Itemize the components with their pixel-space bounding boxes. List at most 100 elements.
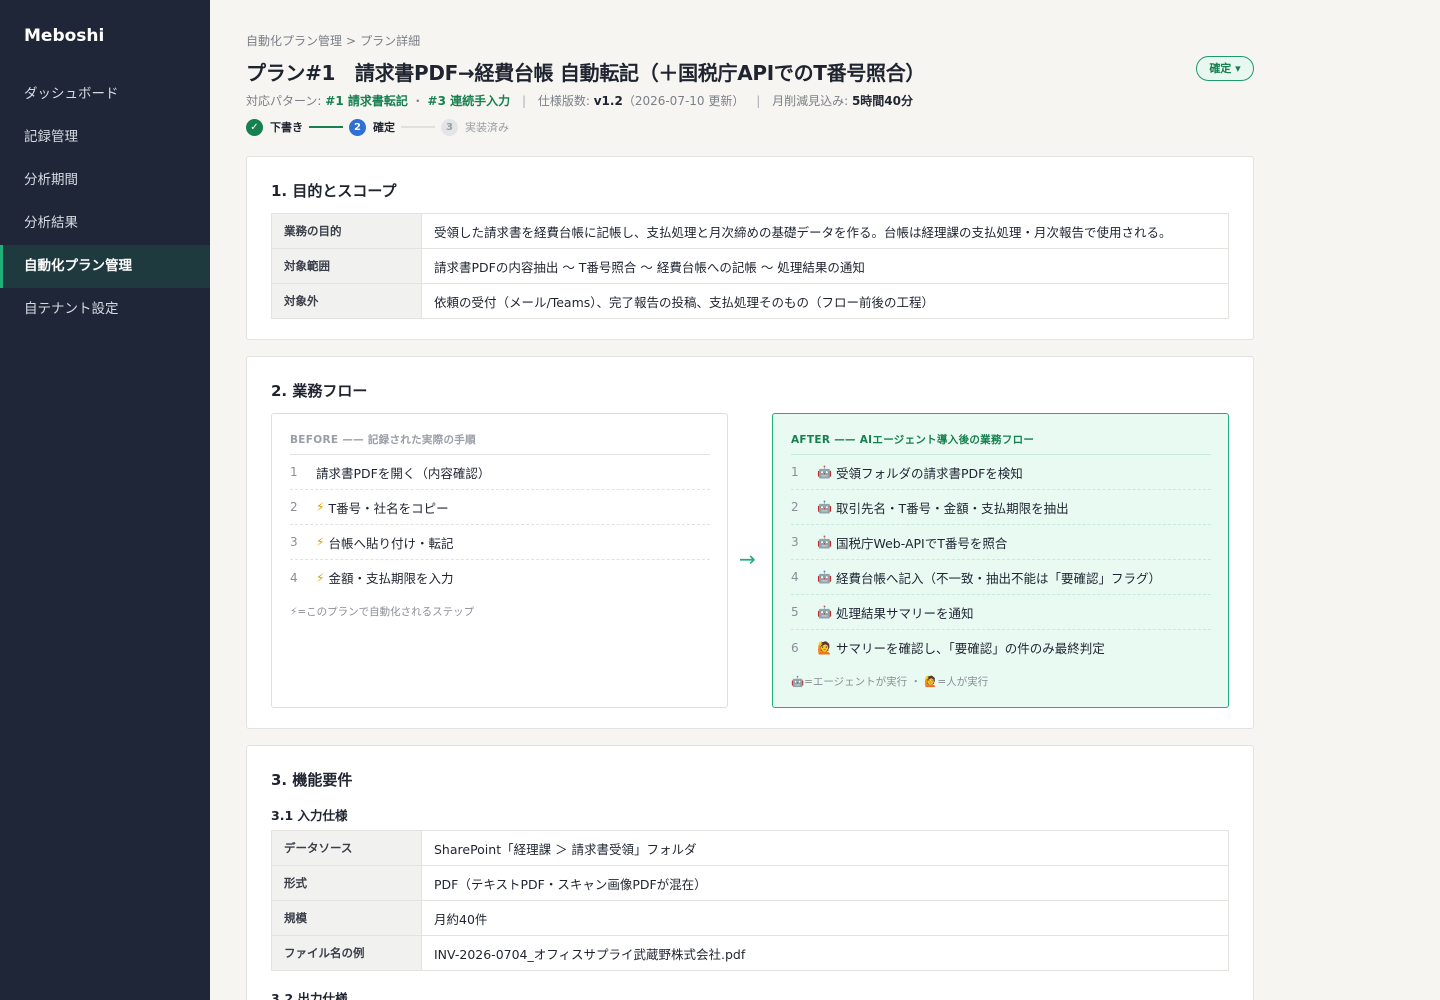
- table-row: 形式 PDF（テキストPDF・スキャン画像PDFが混在）: [271, 865, 1229, 901]
- step-draft: ✓ 下書き: [246, 118, 303, 136]
- row-key: 業務の目的: [271, 213, 422, 249]
- step-number: 5: [791, 605, 799, 619]
- breadcrumb-separator: >: [346, 34, 357, 48]
- after-legend-note: 🤖=エージェントが実行 ・ 🙋=人が実行: [791, 676, 989, 688]
- list-item: 4 🤖 経費台帳へ記入（不一致・抽出不能は「要確認」フラグ）: [791, 560, 1211, 595]
- table-row: 対象外 依頼の受付（メール/Teams）、完了報告の投稿、支払処理そのもの（フロ…: [271, 283, 1229, 319]
- breadcrumb-link-plans[interactable]: 自動化プラン管理: [246, 34, 342, 48]
- section-title: 1. 目的とスコープ: [271, 182, 397, 200]
- before-flow-heading: BEFORE —— 記録された実際の手順: [290, 432, 476, 447]
- before-flow-panel: BEFORE —— 記録された実際の手順 1 請求書PDFを開く（内容確認） 2…: [271, 413, 728, 708]
- person-raising-hand-icon: 🙋: [817, 640, 832, 655]
- step-text: 台帳へ貼り付け・転記: [328, 535, 454, 551]
- sidebar-item-dashboard[interactable]: ダッシュボード: [0, 73, 210, 116]
- table-row: 対象範囲 請求書PDFの内容抽出 〜 T番号照合 〜 経費台帳への記帳 〜 処理…: [271, 248, 1229, 284]
- row-value: 依頼の受付（メール/Teams）、完了報告の投稿、支払処理そのもの（フロー前後の…: [421, 283, 1229, 319]
- step-number: 6: [791, 640, 799, 655]
- list-item: 1 請求書PDFを開く（内容確認）: [290, 455, 710, 490]
- row-key: データソース: [271, 830, 422, 866]
- step-number: 2: [290, 500, 298, 514]
- meta-separator: |: [521, 94, 527, 108]
- list-item: 5 🤖 処理結果サマリーを通知: [791, 595, 1211, 630]
- robot-icon: 🤖: [817, 465, 832, 479]
- step-text: 経費台帳へ記入（不一致・抽出不能は「要確認」フラグ）: [835, 570, 1161, 586]
- step-number: 2: [349, 118, 366, 136]
- step-number: 3: [441, 118, 458, 136]
- row-value: 受領した請求書を経費台帳に記帳し、支払処理と月次締めの基礎データを作る。台帳は経…: [421, 213, 1229, 249]
- app-logo[interactable]: Meboshi: [24, 26, 104, 46]
- page-title: プラン#1 請求書PDF→経費台帳 自動転記（＋国税庁APIでのT番号照合）: [246, 61, 926, 85]
- step-text: 受領フォルダの請求書PDFを検知: [835, 465, 1023, 481]
- after-tag: AFTER: [791, 434, 831, 446]
- row-key: 対象外: [271, 283, 422, 319]
- table-row: 規模 月約40件: [271, 900, 1229, 936]
- robot-icon: 🤖: [817, 605, 832, 619]
- step-implemented: 3 実装済み: [441, 118, 509, 136]
- version-label: 仕様版数:: [537, 94, 590, 108]
- table-row: ファイル名の例 INV-2026-0704_オフィスサプライ武蔵野株式会社.pd…: [271, 935, 1229, 971]
- version-value: v1.2: [593, 94, 623, 108]
- subsection-title-input: 3.1 入力仕様: [271, 808, 348, 823]
- after-heading-text: —— AIエージェント導入後の業務フロー: [834, 434, 1035, 446]
- step-label: 実装済み: [465, 121, 509, 134]
- section-business-flow: 2. 業務フロー BEFORE —— 記録された実際の手順 1 請求書PDFを開…: [246, 356, 1254, 729]
- status-dropdown-button[interactable]: 確定 ▾: [1196, 56, 1254, 81]
- step-text: 国税庁Web-APIでT番号を照合: [835, 535, 1008, 551]
- savings-value: 5時間40分: [851, 94, 914, 108]
- pattern-separator: ・: [411, 94, 424, 108]
- sidebar-item-tenant-settings[interactable]: 自テナント設定: [0, 288, 210, 331]
- section-functional-requirements: 3. 機能要件 3.1 入力仕様 データソース SharePoint「経理課 ＞…: [246, 745, 1254, 1000]
- list-item: 1 🤖 受領フォルダの請求書PDFを検知: [791, 455, 1211, 490]
- before-tag: BEFORE: [290, 434, 339, 446]
- step-number: 2: [791, 500, 799, 514]
- step-text: 金額・支払期限を入力: [328, 571, 454, 586]
- robot-icon: 🤖: [817, 500, 832, 514]
- list-item: 3 ⚡ 台帳へ貼り付け・転記: [290, 525, 710, 560]
- section-title: 2. 業務フロー: [271, 382, 368, 400]
- list-item: 3 🤖 国税庁Web-APIでT番号を照合: [791, 525, 1211, 560]
- pattern-link-1[interactable]: #1 請求書転記: [325, 94, 408, 108]
- sidebar-item-records[interactable]: 記録管理: [0, 116, 210, 159]
- breadcrumb: 自動化プラン管理 > プラン詳細: [246, 32, 420, 49]
- step-number: 4: [791, 570, 799, 584]
- sidebar: Meboshi ダッシュボード 記録管理 分析期間 分析結果 自動化プラン管理 …: [0, 0, 210, 1000]
- step-text: サマリーを確認し、「要確認」の件のみ最終判定: [835, 641, 1105, 656]
- step-connector: [401, 126, 435, 128]
- before-legend-note: ⚡=このプランで自動化されるステップ: [290, 606, 475, 618]
- step-text: 取引先名・T番号・金額・支払期限を抽出: [835, 500, 1069, 516]
- row-key: ファイル名の例: [271, 935, 422, 971]
- sidebar-nav: ダッシュボード 記録管理 分析期間 分析結果 自動化プラン管理 自テナント設定: [0, 73, 210, 331]
- plan-meta: 対応パターン: #1 請求書転記 ・ #3 連続手入力 | 仕様版数: v1.2…: [246, 92, 913, 109]
- section-purpose-scope: 1. 目的とスコープ 業務の目的 受領した請求書を経費台帳に記帳し、支払処理と月…: [246, 156, 1254, 340]
- before-heading-text: —— 記録された実際の手順: [342, 434, 476, 446]
- step-number: 4: [290, 570, 298, 585]
- sidebar-item-automation-plans[interactable]: 自動化プラン管理: [0, 245, 210, 288]
- after-flow-heading: AFTER —— AIエージェント導入後の業務フロー: [791, 432, 1034, 447]
- robot-icon: 🤖: [817, 570, 832, 584]
- step-confirmed: 2 確定: [349, 118, 395, 136]
- lightning-icon: ⚡: [316, 535, 325, 549]
- table-row: データソース SharePoint「経理課 ＞ 請求書受領」フォルダ: [271, 830, 1229, 866]
- subsection-title-output: 3.2 出力仕様: [271, 991, 348, 1000]
- arrow-right-icon: →: [739, 547, 756, 571]
- step-number: 1: [791, 465, 799, 479]
- step-number: 3: [290, 535, 298, 549]
- table-row: 業務の目的 受領した請求書を経費台帳に記帳し、支払処理と月次締めの基礎データを作…: [271, 213, 1229, 249]
- row-key: 対象範囲: [271, 248, 422, 284]
- sidebar-item-analysis-period[interactable]: 分析期間: [0, 159, 210, 202]
- status-stepper: ✓ 下書き 2 確定 3 実装済み: [246, 118, 646, 136]
- sidebar-item-analysis-results[interactable]: 分析結果: [0, 202, 210, 245]
- row-key: 形式: [271, 865, 422, 901]
- breadcrumb-current: プラン詳細: [360, 34, 421, 48]
- list-item: 4 ⚡ 金額・支払期限を入力: [290, 560, 710, 595]
- meta-separator: |: [756, 94, 761, 108]
- section-title: 3. 機能要件: [271, 771, 353, 789]
- after-flow-panel: AFTER —— AIエージェント導入後の業務フロー 1 🤖 受領フォルダの請求…: [772, 413, 1229, 708]
- step-number: 3: [791, 535, 799, 549]
- lightning-icon: ⚡: [316, 570, 325, 585]
- step-label: 下書き: [270, 121, 303, 134]
- lightning-icon: ⚡: [316, 500, 325, 514]
- step-label: 確定: [373, 121, 395, 134]
- pattern-link-3[interactable]: #3 連続手入力: [428, 94, 511, 108]
- step-text: 請求書PDFを開く（内容確認）: [316, 465, 491, 481]
